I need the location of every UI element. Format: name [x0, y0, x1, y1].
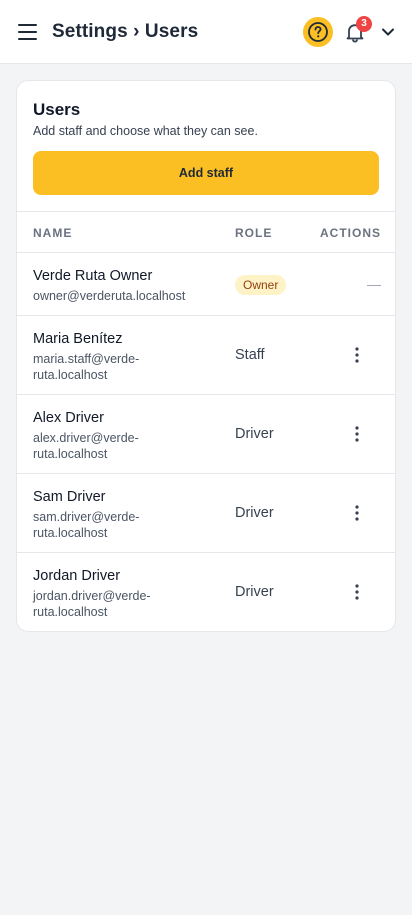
more-actions-button[interactable] [347, 503, 367, 523]
user-name: Alex Driver [33, 410, 104, 426]
column-header-name: NAME [33, 226, 73, 240]
chevron-down-icon[interactable] [380, 25, 396, 39]
table-row: Verde Ruta Owner owner@verderuta.localho… [17, 253, 395, 316]
user-name: Verde Ruta Owner [33, 268, 153, 284]
user-name: Jordan Driver [33, 568, 121, 584]
user-email: alex.driver@verde-ruta.localhost [33, 431, 139, 461]
user-name: Maria Benítez [33, 331, 123, 347]
more-actions-button[interactable] [347, 424, 367, 444]
kebab-icon [355, 426, 359, 442]
column-header-role: ROLE [235, 226, 273, 240]
help-button[interactable] [303, 17, 333, 47]
kebab-icon [355, 584, 359, 600]
user-name: Sam Driver [33, 489, 106, 505]
top-bar: Settings › Users 3 [0, 0, 412, 64]
more-actions-button[interactable] [347, 582, 367, 602]
kebab-icon [355, 347, 359, 363]
card-title: Users [33, 100, 81, 119]
no-actions: — [367, 276, 381, 292]
table-header: NAME ROLE ACTIONS [17, 211, 395, 253]
user-role: Driver [235, 505, 274, 521]
table-row: Jordan Driver jordan.driver@verde-ruta.l… [17, 553, 395, 631]
question-circle-icon [308, 22, 328, 42]
role-badge: Owner [235, 275, 287, 295]
menu-icon[interactable] [18, 23, 38, 41]
more-actions-button[interactable] [347, 345, 367, 365]
user-role: Staff [235, 347, 265, 363]
user-email: jordan.driver@verde-ruta.localhost [33, 589, 151, 619]
page-title: Settings › Users [52, 21, 199, 42]
card-subtitle: Add staff and choose what they can see. [33, 124, 258, 138]
user-email: owner@verderuta.localhost [33, 289, 186, 303]
table-row: Maria Benítez maria.staff@verde-ruta.loc… [17, 316, 395, 395]
users-card: Users Add staff and choose what they can… [16, 80, 396, 632]
user-email: sam.driver@verde-ruta.localhost [33, 510, 140, 540]
user-role: Driver [235, 426, 274, 442]
user-email: maria.staff@verde-ruta.localhost [33, 352, 140, 382]
kebab-icon [355, 505, 359, 521]
table-row: Sam Driver sam.driver@verde-ruta.localho… [17, 474, 395, 553]
user-role: Driver [235, 584, 274, 600]
add-staff-button[interactable]: Add staff [33, 151, 379, 195]
table-row: Alex Driver alex.driver@verde-ruta.local… [17, 395, 395, 474]
notification-badge: 3 [356, 16, 372, 32]
column-header-actions: ACTIONS [320, 226, 381, 240]
